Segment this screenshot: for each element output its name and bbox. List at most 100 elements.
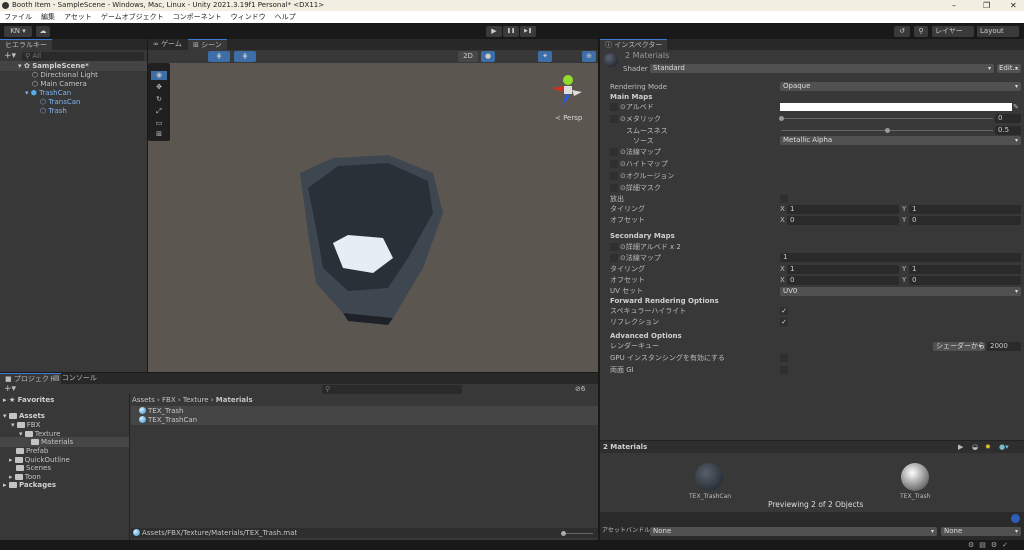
forward-rendering-header: Forward Rendering Options	[610, 297, 719, 305]
scene-viewport[interactable]: ◉ ✥ ↻ ⤢ ▭ ⊞ ≺ Persp	[148, 63, 598, 372]
tab-console[interactable]: ▤ コンソール	[48, 373, 102, 384]
uv-set-dropdown[interactable]: UV0	[780, 287, 1021, 296]
create-button[interactable]: +▾	[4, 384, 16, 394]
layers-dropdown[interactable]: レイヤー	[932, 26, 974, 37]
transform-tool-icon[interactable]: ⊞	[151, 130, 167, 139]
detail-albedo-slot[interactable]	[610, 243, 618, 251]
sec-normal-slot[interactable]	[610, 254, 618, 262]
sec-tiling-x-field[interactable]: 1	[787, 265, 899, 274]
asset-variant-dropdown[interactable]: None	[941, 527, 1021, 536]
minimize-button[interactable]: –	[952, 0, 956, 11]
render-queue-field[interactable]: 2000	[987, 342, 1021, 351]
detail-mask-slot[interactable]	[610, 184, 618, 192]
sec-offset-x-field[interactable]: 0	[787, 276, 899, 285]
pause-button[interactable]: ❚❚	[503, 26, 519, 37]
metallic-slider[interactable]	[779, 116, 993, 121]
metallic-value[interactable]: 0	[995, 114, 1021, 123]
tab-scene[interactable]: ⊞ シーン	[188, 39, 227, 50]
lighting-toggle-icon[interactable]: ●	[481, 51, 495, 62]
sec-offset-y-field[interactable]: 0	[909, 276, 1021, 285]
preview-light-icon[interactable]: ✹	[985, 442, 991, 452]
offset-x-field[interactable]: 0	[787, 216, 899, 225]
hidden-packages-count[interactable]: ⊘6	[575, 384, 585, 394]
menu-file[interactable]: ファイル	[4, 13, 32, 21]
albedo-texture-slot[interactable]	[610, 103, 618, 111]
hierarchy-search-input[interactable]: ⚲ All	[22, 52, 144, 61]
secondary-maps-header: Secondary Maps	[610, 232, 675, 240]
shader-dropdown[interactable]: Standard	[650, 64, 994, 73]
2d-toggle[interactable]: 2D	[458, 51, 478, 62]
menu-gameobject[interactable]: ゲームオブジェクト	[101, 13, 164, 21]
menu-edit[interactable]: 編集	[41, 13, 55, 21]
play-button[interactable]: ▶	[486, 26, 502, 37]
asset-bundle-dropdown[interactable]: None	[650, 527, 937, 536]
specular-checkbox[interactable]: ✓	[780, 307, 788, 315]
preview-sphere-dropdown[interactable]: ●▾	[999, 442, 1009, 452]
breadcrumb-item[interactable]: FBX	[162, 396, 176, 404]
albedo-color-field[interactable]	[780, 103, 1012, 111]
smoothness-slider[interactable]	[781, 128, 993, 133]
history-icon[interactable]: ↺	[894, 26, 910, 37]
gizmos-toggle-icon[interactable]: ⊕	[582, 51, 596, 62]
grid-snap-icon[interactable]: ⋕	[208, 51, 230, 62]
tab-game[interactable]: ∞ ゲーム	[148, 39, 187, 50]
layout-dropdown[interactable]: Layout	[977, 26, 1019, 37]
add-button[interactable]: +▾	[4, 51, 16, 61]
breadcrumb-item[interactable]: Materials	[216, 396, 253, 404]
preview-label: TEX_TrashCan	[689, 493, 732, 500]
rotate-tool-icon[interactable]: ↻	[151, 95, 167, 104]
hierarchy-item[interactable]: ⬡ Trash	[40, 106, 67, 116]
increment-snap-icon[interactable]: ⋕	[234, 51, 256, 62]
occlusion-slot[interactable]	[610, 172, 618, 180]
status-bar-icons[interactable]: ⚙▤⚙✓	[968, 541, 1013, 549]
smoothness-value[interactable]: 0.5	[995, 126, 1021, 135]
label-tag-icon[interactable]	[1011, 514, 1020, 523]
move-tool-icon[interactable]: ✥	[151, 83, 167, 92]
eyedropper-icon[interactable]: ✎	[1013, 102, 1019, 112]
search-icon[interactable]: ⚲	[914, 26, 928, 37]
persp-label[interactable]: ≺ Persp	[555, 114, 582, 122]
tiling-x-field[interactable]: 1	[787, 205, 899, 214]
tiling-y-field[interactable]: 1	[909, 205, 1021, 214]
sec-normal-scale-field[interactable]: 1	[780, 253, 1021, 262]
rect-tool-icon[interactable]: ▭	[151, 119, 167, 128]
preview-shape-icon[interactable]: ◒	[972, 442, 978, 452]
emission-checkbox[interactable]	[780, 195, 788, 203]
tab-inspector[interactable]: ⓘ インスペクター	[600, 39, 668, 50]
scene-gizmo[interactable]	[548, 68, 588, 113]
file-item[interactable]: TEX_TrashCan	[131, 415, 598, 425]
step-button[interactable]: ▶❚	[520, 26, 536, 37]
breadcrumb-item[interactable]: Texture	[183, 396, 209, 404]
cloud-icon[interactable]: ☁	[36, 26, 50, 37]
effects-toggle-icon[interactable]: ✦	[538, 51, 552, 62]
account-button[interactable]: KN ▾	[4, 26, 32, 37]
restore-button[interactable]: ❐	[983, 0, 990, 11]
offset-y-field[interactable]: 0	[909, 216, 1021, 225]
rendering-mode-dropdown[interactable]: Opaque	[780, 82, 1021, 91]
reflections-checkbox[interactable]: ✓	[780, 318, 788, 326]
height-map-slot[interactable]	[610, 160, 618, 168]
menu-component[interactable]: コンポーネント	[173, 13, 222, 21]
double-sided-gi-checkbox[interactable]	[780, 366, 788, 374]
edit-shader-button[interactable]: Edit...	[997, 64, 1021, 73]
metallic-texture-slot[interactable]	[610, 115, 618, 123]
view-tool-icon[interactable]: ◉	[151, 71, 167, 80]
tab-hierarchy[interactable]: ヒエラルキー	[0, 39, 52, 50]
play-preview-icon[interactable]: ▶	[958, 442, 963, 452]
menu-window[interactable]: ウィンドウ	[231, 13, 266, 21]
sec-tiling-y-field[interactable]: 1	[909, 265, 1021, 274]
project-search-input[interactable]: ⚲	[322, 385, 462, 394]
breadcrumb-item[interactable]: Assets	[132, 396, 155, 404]
tree-favorites[interactable]: ▸ ★ Favorites	[3, 395, 54, 405]
normal-map-slot[interactable]	[610, 148, 618, 156]
menu-help[interactable]: ヘルプ	[275, 13, 296, 21]
sec-offset-label: オフセット	[610, 276, 645, 284]
gpu-instancing-checkbox[interactable]	[780, 354, 788, 362]
menu-assets[interactable]: アセット	[64, 13, 92, 21]
render-queue-dropdown[interactable]: シェーダーから	[933, 342, 985, 351]
icon-size-slider[interactable]	[561, 531, 593, 536]
source-dropdown[interactable]: Metallic Alpha	[780, 136, 1021, 145]
tree-packages[interactable]: ▸ Packages	[3, 480, 56, 490]
close-button[interactable]: ✕	[1010, 0, 1017, 11]
scale-tool-icon[interactable]: ⤢	[151, 107, 167, 116]
